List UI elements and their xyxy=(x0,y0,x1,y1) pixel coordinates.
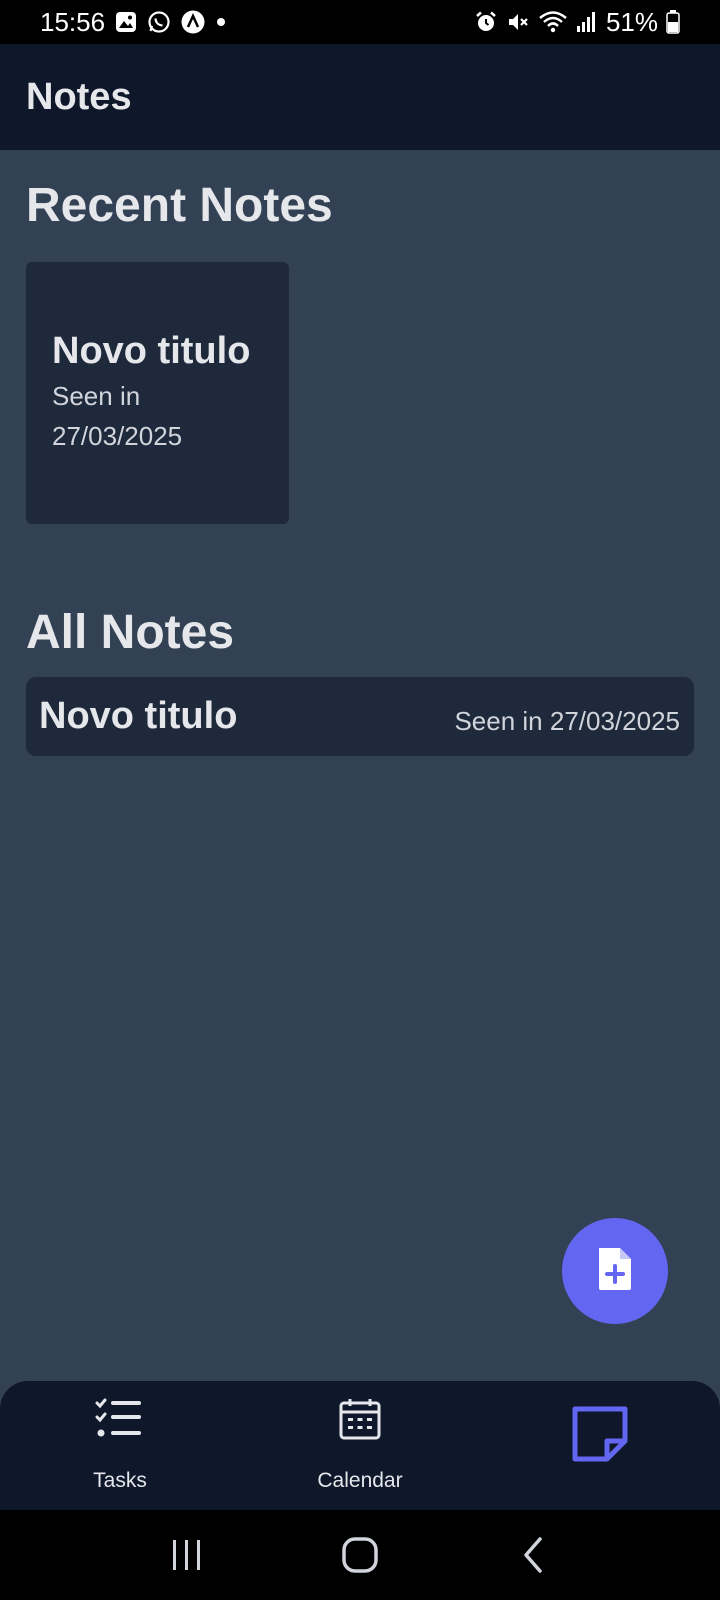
note-item-seen-date: Seen in 27/03/2025 xyxy=(454,706,680,736)
battery-percent: 51% xyxy=(605,6,658,37)
nav-item-calendar[interactable]: Calendar xyxy=(240,1381,480,1510)
home-icon[interactable] xyxy=(330,1525,390,1585)
app-icon xyxy=(181,10,205,34)
add-note-icon xyxy=(595,1246,635,1297)
recent-note-card[interactable]: Novo titulo Seen in 27/03/2025 xyxy=(26,262,289,524)
system-navigation-bar xyxy=(0,1510,720,1600)
nav-item-notes[interactable] xyxy=(480,1381,720,1510)
battery-icon xyxy=(666,10,680,34)
note-icon xyxy=(571,1405,629,1468)
gallery-icon xyxy=(115,11,137,33)
nav-label-tasks: Tasks xyxy=(93,1469,147,1492)
bottom-navigation: Tasks Calendar xyxy=(0,1381,720,1510)
tasks-list-icon xyxy=(95,1397,145,1446)
recents-icon[interactable] xyxy=(157,1525,217,1585)
notes-screen: 15:56 51% Notes Recent Notes Novo titulo… xyxy=(0,0,720,1600)
status-right: 51% xyxy=(474,7,680,38)
wifi-icon xyxy=(538,10,568,34)
back-icon[interactable] xyxy=(503,1525,563,1585)
status-bar: 15:56 51% xyxy=(0,0,720,44)
dot-icon xyxy=(215,16,227,28)
calendar-icon xyxy=(338,1397,382,1446)
signal-icon xyxy=(576,11,598,33)
recent-notes-heading: Recent Notes xyxy=(26,179,333,232)
page-title: Notes xyxy=(26,75,132,118)
status-left: 15:56 xyxy=(40,7,227,38)
app-bar: Notes xyxy=(0,44,720,150)
nav-item-tasks[interactable]: Tasks xyxy=(0,1381,240,1510)
alarm-icon xyxy=(474,10,498,34)
add-note-button[interactable] xyxy=(562,1218,668,1324)
status-time: 15:56 xyxy=(40,6,106,37)
recent-note-seen-date: Seen in 27/03/2025 xyxy=(52,381,183,451)
recent-note-title: Novo titulo xyxy=(52,330,251,372)
whatsapp-icon xyxy=(147,10,171,34)
all-notes-heading: All Notes xyxy=(26,606,235,659)
nav-label-calendar: Calendar xyxy=(317,1469,403,1492)
note-item-title: Novo titulo xyxy=(39,695,238,737)
note-list-item[interactable]: Novo titulo Seen in 27/03/2025 xyxy=(26,677,694,756)
mute-icon xyxy=(506,10,530,34)
